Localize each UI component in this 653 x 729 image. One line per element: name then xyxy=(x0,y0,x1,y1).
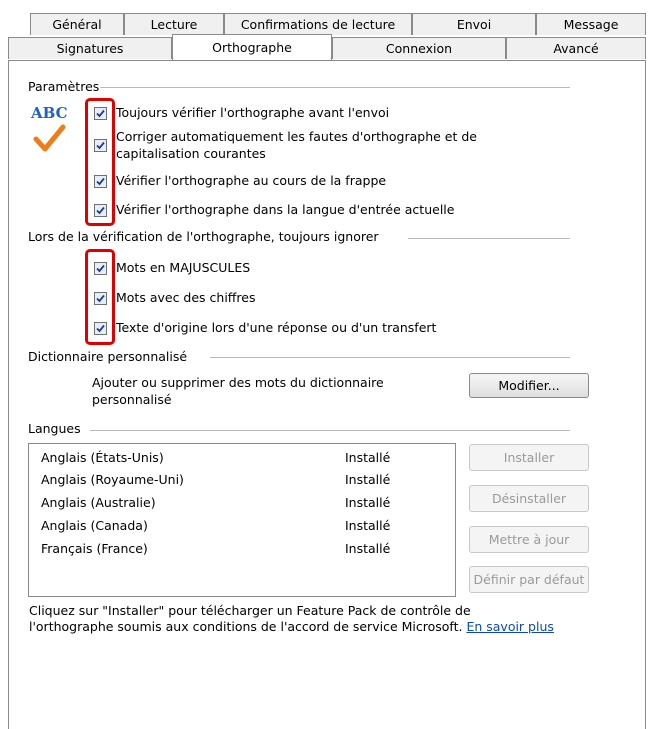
always-check-label: Toujours vérifier l'orthographe avant l'… xyxy=(116,105,390,120)
feature-pack-note: Cliquez sur "Installer" pour télécharger… xyxy=(29,603,629,635)
spelling-logo-icon: ABC xyxy=(30,104,76,156)
autocorrect-label-line2: capitalisation courantes xyxy=(116,146,266,161)
languages-list[interactable]: Anglais (États-Unis) Installé Anglais (R… xyxy=(28,443,456,597)
tab-row-2: Signatures Orthographe Connexion Avancé xyxy=(0,34,653,60)
ignore-numbers-label: Mots avec des chiffres xyxy=(116,290,256,305)
tab-lecture[interactable]: Lecture xyxy=(124,13,224,35)
ignore-group-title: Lors de la vérification de l'orthographe… xyxy=(28,229,379,244)
ignore-numbers-checkbox[interactable] xyxy=(94,292,107,305)
settings-group-line xyxy=(100,87,570,88)
tab-connexion[interactable]: Connexion xyxy=(332,37,506,59)
dictionary-group-line xyxy=(210,357,570,358)
languages-group-line xyxy=(90,430,570,431)
tab-orthographe[interactable]: Orthographe xyxy=(172,34,332,60)
check-input-language-label: Vérifier l'orthographe dans la langue d'… xyxy=(116,202,455,217)
language-name: Anglais (Australie) xyxy=(41,495,156,510)
uninstall-button[interactable]: Désinstaller xyxy=(469,485,589,512)
language-name: Anglais (États-Unis) xyxy=(41,450,164,465)
ignore-uppercase-label: Mots en MAJUSCULES xyxy=(116,260,251,275)
autocorrect-label: Corriger automatiquement les fautes d'or… xyxy=(116,129,477,144)
ignore-uppercase-checkbox[interactable] xyxy=(94,262,107,275)
tab-message[interactable]: Message xyxy=(536,13,646,35)
language-status: Installé xyxy=(345,541,391,556)
ignore-group-line xyxy=(408,238,570,239)
language-name: Français (France) xyxy=(41,541,148,556)
dictionary-description-line2: personnalisé xyxy=(92,392,172,407)
check-while-typing-checkbox[interactable] xyxy=(94,175,107,188)
update-button[interactable]: Mettre à jour xyxy=(469,526,589,553)
set-default-button[interactable]: Définir par défaut xyxy=(469,566,589,593)
tab-avance[interactable]: Avancé xyxy=(506,37,646,59)
tab-general[interactable]: Général xyxy=(30,13,124,35)
always-check-checkbox[interactable] xyxy=(94,107,107,120)
dictionary-group-title: Dictionnaire personnalisé xyxy=(28,349,188,364)
modify-dictionary-button[interactable]: Modifier... xyxy=(469,373,589,398)
install-button[interactable]: Installer xyxy=(469,444,589,471)
learn-more-link[interactable]: En savoir plus xyxy=(466,619,553,634)
ignore-original-text-checkbox[interactable] xyxy=(94,322,107,335)
logo-text: ABC xyxy=(31,104,68,122)
note-line1: Cliquez sur "Installer" pour télécharger… xyxy=(29,603,471,618)
language-status: Installé xyxy=(345,450,391,465)
note-line2: l'orthographe soumis aux conditions de l… xyxy=(29,619,463,634)
language-name: Anglais (Canada) xyxy=(41,518,148,533)
settings-group-title: Paramètres xyxy=(28,79,100,94)
language-name: Anglais (Royaume-Uni) xyxy=(41,472,184,487)
check-input-language-checkbox[interactable] xyxy=(94,204,107,217)
ignore-original-text-label: Texte d'origine lors d'une réponse ou d'… xyxy=(116,320,437,335)
tab-confirmations[interactable]: Confirmations de lecture xyxy=(224,13,412,35)
tab-signatures[interactable]: Signatures xyxy=(8,37,172,59)
tab-row-1: Général Lecture Confirmations de lecture… xyxy=(0,13,653,35)
check-while-typing-label: Vérifier l'orthographe au cours de la fr… xyxy=(116,173,387,188)
dictionary-description: Ajouter ou supprimer des mots du diction… xyxy=(92,375,384,390)
autocorrect-checkbox[interactable] xyxy=(94,139,107,152)
language-status: Installé xyxy=(345,495,391,510)
language-status: Installé xyxy=(345,518,391,533)
languages-group-title: Langues xyxy=(28,421,81,436)
language-status: Installé xyxy=(345,472,391,487)
tab-envoi[interactable]: Envoi xyxy=(412,13,536,35)
